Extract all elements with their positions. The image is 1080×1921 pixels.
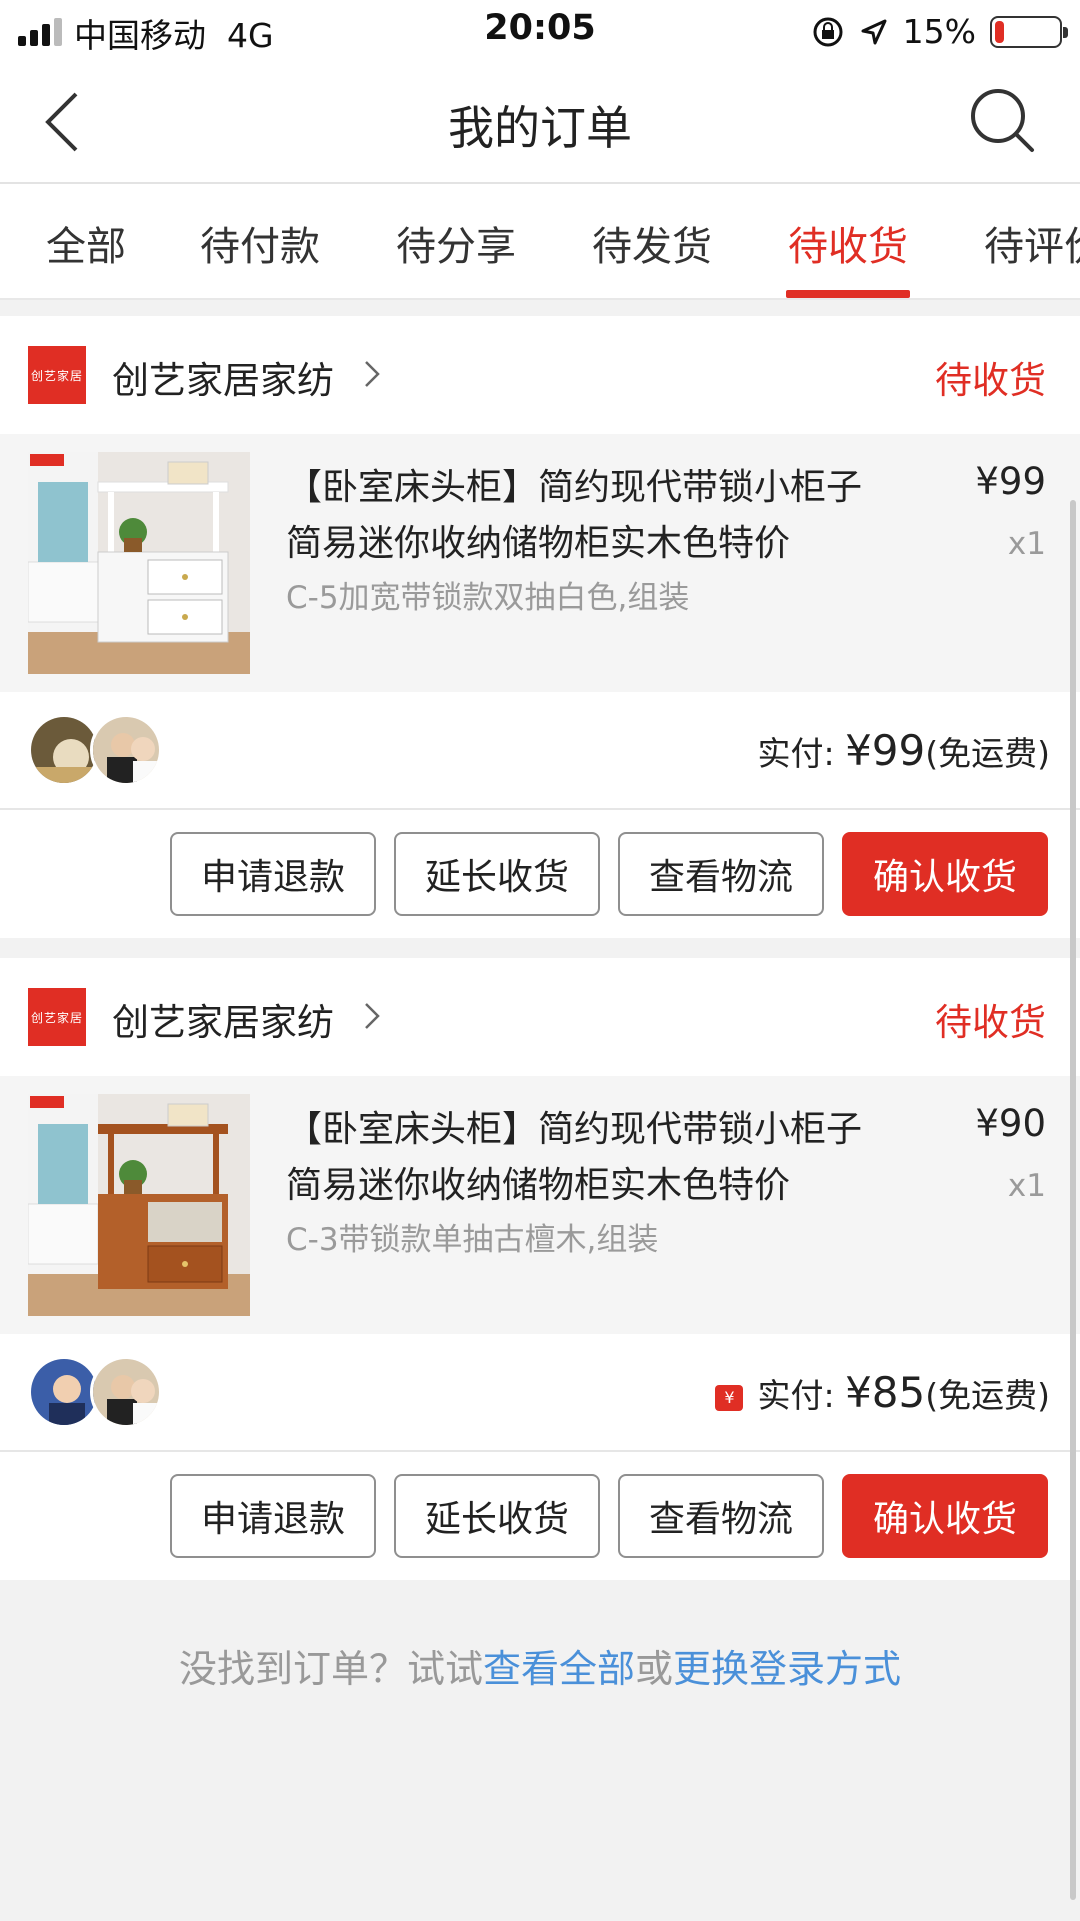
coupon-icon: ¥ bbox=[715, 1385, 744, 1411]
empty-hint: 没找到订单？试试查看全部或更换登录方式 bbox=[0, 1638, 1080, 1693]
battery-percent: 15% bbox=[902, 12, 976, 51]
refund-button[interactable]: 申请退款 bbox=[170, 832, 376, 916]
page-title: 我的订单 bbox=[448, 101, 632, 155]
paid-value: ¥85 bbox=[845, 1368, 926, 1417]
product-item[interactable]: 【卧室床头柜】简约现代带锁小柜子简易迷你收纳储物柜实木色特价 C-5加宽带锁款双… bbox=[0, 434, 1080, 692]
tab-pending-share[interactable]: 待分享 bbox=[396, 214, 516, 272]
paid-label: 实付: bbox=[757, 734, 846, 773]
tab-pending-receipt[interactable]: 待收货 bbox=[788, 214, 908, 272]
chevron-right-icon bbox=[365, 361, 380, 387]
product-quantity: x1 bbox=[1007, 1168, 1046, 1204]
location-icon bbox=[861, 19, 887, 44]
status-bar: 中国移动 4G 20:05 15% bbox=[0, 0, 1080, 62]
extend-receipt-button[interactable]: 延长收货 bbox=[394, 1474, 600, 1558]
product-price: ¥90 bbox=[975, 1102, 1046, 1145]
tab-all[interactable]: 全部 bbox=[46, 214, 126, 272]
product-thumbnail[interactable] bbox=[28, 452, 250, 674]
product-title[interactable]: 【卧室床头柜】简约现代带锁小柜子简易迷你收纳储物柜实木色特价 bbox=[286, 460, 866, 572]
product-spec: C-5加宽带锁款双抽白色,组装 bbox=[286, 580, 690, 616]
shop-header[interactable]: 创艺家居 创艺家居家纺 待收货 bbox=[0, 958, 1080, 1076]
product-item[interactable]: 【卧室床头柜】简约现代带锁小柜子简易迷你收纳储物柜实木色特价 C-3带锁款单抽古… bbox=[0, 1076, 1080, 1334]
shop-header[interactable]: 创艺家居 创艺家居家纺 待收货 bbox=[0, 316, 1080, 434]
refund-button[interactable]: 申请退款 bbox=[170, 1474, 376, 1558]
order-status: 待收货 bbox=[935, 359, 1046, 402]
paid-label: 实付: bbox=[757, 1376, 846, 1415]
product-thumbnail[interactable] bbox=[28, 1094, 250, 1316]
switch-login-link[interactable]: 更换登录方式 bbox=[673, 1647, 901, 1691]
confirm-receipt-button[interactable]: 确认收货 bbox=[842, 1474, 1048, 1558]
product-quantity: x1 bbox=[1007, 526, 1046, 562]
product-title[interactable]: 【卧室床头柜】简约现代带锁小柜子简易迷你收纳储物柜实木色特价 bbox=[286, 1102, 866, 1214]
shop-logo: 创艺家居 bbox=[28, 988, 86, 1046]
avatar bbox=[90, 1356, 162, 1428]
order-actions: 申请退款 延长收货 查看物流 确认收货 bbox=[0, 810, 1080, 938]
active-tab-indicator bbox=[786, 290, 910, 298]
paid-value: ¥99 bbox=[845, 726, 926, 775]
nav-bar: 我的订单 bbox=[0, 62, 1080, 184]
shop-logo: 创艺家居 bbox=[28, 346, 86, 404]
shop-name[interactable]: 创艺家居家纺 bbox=[112, 992, 334, 1046]
tab-pending-review[interactable]: 待评价 bbox=[984, 214, 1080, 272]
tab-pending-shipment[interactable]: 待发货 bbox=[592, 214, 712, 272]
rotation-lock-icon bbox=[813, 17, 843, 46]
order-card: 创艺家居 创艺家居家纺 待收货 【卧室床头柜】简约现代带锁小柜子简易迷你收纳储物… bbox=[0, 316, 1080, 938]
scrollbar[interactable] bbox=[1070, 500, 1076, 1900]
battery-fill bbox=[995, 20, 1004, 43]
product-price: ¥99 bbox=[975, 460, 1046, 503]
order-actions: 申请退款 延长收货 查看物流 确认收货 bbox=[0, 1452, 1080, 1580]
product-spec: C-3带锁款单抽古檀木,组装 bbox=[286, 1222, 659, 1258]
confirm-receipt-button[interactable]: 确认收货 bbox=[842, 832, 1048, 916]
view-logistics-button[interactable]: 查看物流 bbox=[618, 1474, 824, 1558]
order-status: 待收货 bbox=[935, 1001, 1046, 1044]
shop-name[interactable]: 创艺家居家纺 bbox=[112, 350, 334, 404]
paid-amount: ¥ 实付: ¥85(免运费) bbox=[715, 1368, 1050, 1417]
view-logistics-button[interactable]: 查看物流 bbox=[618, 832, 824, 916]
battery-icon bbox=[990, 15, 1068, 48]
chevron-right-icon bbox=[365, 1003, 380, 1029]
tab-pending-payment[interactable]: 待付款 bbox=[200, 214, 320, 272]
paid-amount: 实付: ¥99(免运费) bbox=[757, 726, 1050, 775]
shipping-note: (免运费) bbox=[925, 734, 1050, 773]
order-card: 创艺家居 创艺家居家纺 待收货 【卧室床头柜】简约现代带锁小柜子简易迷你收纳储物… bbox=[0, 958, 1080, 1580]
order-tabs: 全部 待付款 待分享 待发货 待收货 待评价 bbox=[0, 184, 1080, 300]
extend-receipt-button[interactable]: 延长收货 bbox=[394, 832, 600, 916]
avatar bbox=[90, 714, 162, 786]
shipping-note: (免运费) bbox=[925, 1376, 1050, 1415]
payment-row: 实付: ¥99(免运费) bbox=[0, 692, 1080, 810]
view-all-link[interactable]: 查看全部 bbox=[483, 1647, 635, 1691]
search-icon[interactable] bbox=[968, 86, 1038, 156]
hint-prefix: 没找到订单？试试 bbox=[178, 1647, 483, 1691]
hint-middle: 或 bbox=[635, 1647, 674, 1691]
payment-row: ¥ 实付: ¥85(免运费) bbox=[0, 1334, 1080, 1452]
